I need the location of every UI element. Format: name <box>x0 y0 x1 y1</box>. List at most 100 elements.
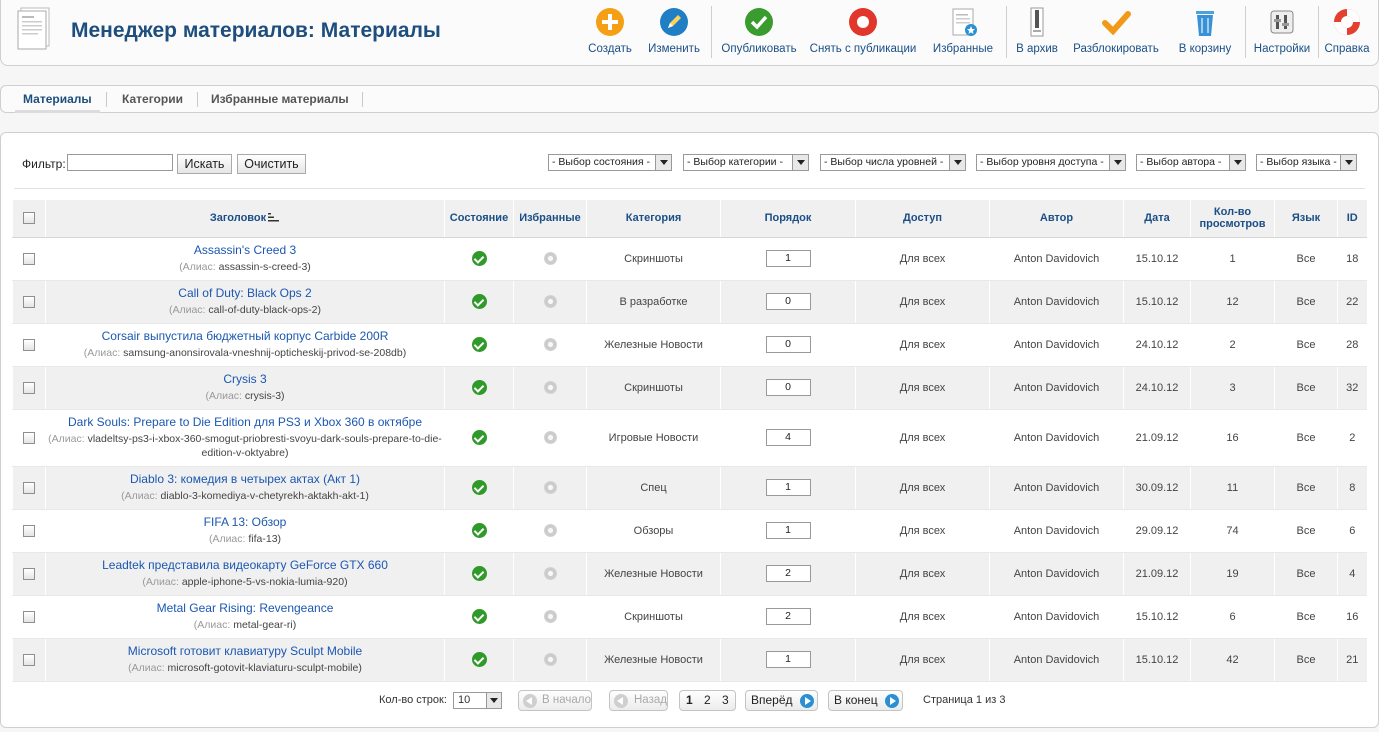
order-input[interactable]: 4 <box>765 429 811 446</box>
order-input[interactable]: 1 <box>765 479 811 496</box>
not-featured-icon[interactable] <box>543 653 557 666</box>
not-featured-icon[interactable] <box>543 431 557 444</box>
col-access[interactable]: Доступ <box>855 200 990 238</box>
alias-value: samsung-anonsirovala-vneshnij-opticheski… <box>123 347 407 359</box>
archive-button[interactable]: В архив <box>1007 4 1067 60</box>
settings-button[interactable]: Настройки <box>1246 4 1318 60</box>
not-featured-icon[interactable] <box>543 610 557 623</box>
search-button[interactable]: Искать <box>177 154 232 174</box>
tab-articles[interactable]: Материалы <box>15 86 100 113</box>
row-checkbox[interactable] <box>23 338 35 351</box>
col-title[interactable]: Заголовок <box>45 200 445 238</box>
table-row: Metal Gear Rising: Revengeance (Алиас: me… <box>12 595 1367 639</box>
col-featured[interactable]: Избранные <box>513 200 587 238</box>
published-icon[interactable] <box>471 523 487 538</box>
not-featured-icon[interactable] <box>543 524 557 537</box>
row-checkbox[interactable] <box>23 567 35 580</box>
prev-page-button[interactable]: Назад <box>609 690 668 711</box>
category-select[interactable]: - Выбор категории - <box>683 154 809 171</box>
article-title-link[interactable]: Leadtek представила видеокарту GeForce G… <box>48 558 442 573</box>
order-input[interactable]: 0 <box>765 379 811 396</box>
col-date[interactable]: Дата <box>1123 200 1191 238</box>
tab-categories[interactable]: Категории <box>122 86 183 112</box>
article-title-link[interactable]: Corsair выпустила бюджетный корпус Carbi… <box>48 329 442 344</box>
order-input[interactable]: 1 <box>765 522 811 539</box>
col-hits[interactable]: Кол-во просмотров <box>1190 200 1275 238</box>
col-order[interactable]: Порядок <box>720 200 856 238</box>
date-cell: 24.10.12 <box>1123 366 1191 410</box>
select-all-checkbox[interactable] <box>23 212 35 225</box>
article-title-link[interactable]: Dark Souls: Prepare to Die Edition для P… <box>48 415 442 430</box>
published-icon[interactable] <box>471 609 487 624</box>
article-title-link[interactable]: Crysis 3 <box>48 372 442 387</box>
language-select[interactable]: - Выбор языка - <box>1256 154 1357 171</box>
rows-per-page-label: Кол-во строк: <box>379 694 447 706</box>
page-1-link[interactable]: 1 <box>686 693 693 707</box>
row-checkbox[interactable] <box>23 431 35 444</box>
edit-button[interactable]: Изменить <box>637 4 711 60</box>
alias-value: diablo-3-komediya-v-chetyrekh-aktakh-akt… <box>160 490 369 502</box>
not-featured-icon[interactable] <box>543 481 557 494</box>
publish-button[interactable]: Опубликовать <box>712 4 806 60</box>
first-page-button[interactable]: В начало <box>518 690 592 711</box>
article-title-link[interactable]: FIFA 13: Обзор <box>48 515 442 530</box>
author-cell: Anton Davidovich <box>989 595 1124 639</box>
not-featured-icon[interactable] <box>543 295 557 308</box>
author-select[interactable]: - Выбор автора - <box>1136 154 1246 171</box>
article-title-link[interactable]: Assassin's Creed 3 <box>48 243 442 258</box>
create-button[interactable]: Создать <box>583 4 637 60</box>
published-icon[interactable] <box>471 566 487 581</box>
article-title-link[interactable]: Microsoft готовит клавиатуру Sculpt Mobi… <box>48 644 442 659</box>
published-icon[interactable] <box>471 652 487 667</box>
col-author[interactable]: Автор <box>989 200 1124 238</box>
row-checkbox[interactable] <box>23 653 35 666</box>
levels-select[interactable]: - Выбор числа уровней - <box>820 154 966 171</box>
published-icon[interactable] <box>471 294 487 309</box>
tab-featured-articles[interactable]: Избранные материалы <box>211 86 349 112</box>
col-language[interactable]: Язык <box>1274 200 1338 238</box>
order-input[interactable]: 1 <box>765 250 811 267</box>
clear-button[interactable]: Очистить <box>237 154 306 174</box>
trash-button[interactable]: В корзину <box>1165 4 1245 60</box>
state-select[interactable]: - Выбор состояния - <box>548 154 672 171</box>
page-3-link[interactable]: 3 <box>722 693 729 707</box>
published-icon[interactable] <box>471 480 487 495</box>
access-select[interactable]: - Выбор уровня доступа - <box>976 154 1126 171</box>
row-checkbox[interactable] <box>23 295 35 308</box>
not-featured-icon[interactable] <box>543 381 557 394</box>
row-checkbox[interactable] <box>23 481 35 494</box>
row-checkbox[interactable] <box>23 524 35 537</box>
col-id[interactable]: ID <box>1337 200 1367 238</box>
col-category[interactable]: Категория <box>586 200 721 238</box>
not-featured-icon[interactable] <box>543 567 557 580</box>
state-cell <box>444 409 514 467</box>
next-page-button[interactable]: Вперёд <box>745 690 818 711</box>
featured-button[interactable]: Избранные <box>920 4 1006 60</box>
order-input[interactable]: 2 <box>765 608 811 625</box>
order-input[interactable]: 1 <box>765 651 811 668</box>
published-icon[interactable] <box>471 251 487 266</box>
row-checkbox[interactable] <box>23 610 35 623</box>
row-checkbox[interactable] <box>23 381 35 394</box>
article-title-link[interactable]: Metal Gear Rising: Revengeance <box>48 601 442 616</box>
order-input[interactable]: 0 <box>765 293 811 310</box>
rows-per-page-select[interactable]: 10 <box>453 692 502 709</box>
published-icon[interactable] <box>471 337 487 352</box>
not-featured-icon[interactable] <box>543 338 557 351</box>
filter-input[interactable] <box>67 154 173 171</box>
article-title-link[interactable]: Diablo 3: комедия в четырех актах (Акт 1… <box>48 472 442 487</box>
published-icon[interactable] <box>471 430 487 445</box>
not-featured-icon[interactable] <box>543 252 557 265</box>
unlock-button[interactable]: Разблокировать <box>1067 4 1165 60</box>
order-input[interactable]: 2 <box>765 565 811 582</box>
col-state[interactable]: Состояние <box>444 200 514 238</box>
last-page-button[interactable]: В конец <box>828 690 903 711</box>
row-checkbox[interactable] <box>23 252 35 265</box>
order-cell: 1 <box>720 466 856 510</box>
unpublish-button[interactable]: Снять с публикации <box>806 4 920 60</box>
help-button[interactable]: Справка <box>1319 4 1375 60</box>
order-input[interactable]: 0 <box>765 336 811 353</box>
article-title-link[interactable]: Call of Duty: Black Ops 2 <box>48 286 442 301</box>
published-icon[interactable] <box>471 380 487 395</box>
page-2-link[interactable]: 2 <box>704 693 711 707</box>
